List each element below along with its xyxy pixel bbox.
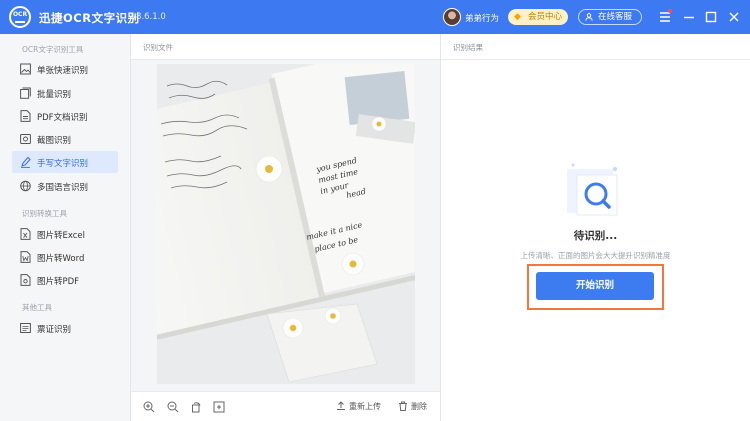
word-icon <box>20 251 31 263</box>
app-logo-icon: OCR <box>9 6 31 28</box>
sidebar-item-label: PDF文档识别 <box>37 113 88 123</box>
vip-center-button[interactable]: ◆ 会员中心 <box>508 9 568 25</box>
sidebar-item-batch[interactable]: 批量识别 <box>12 82 118 104</box>
image-toolbar: 重新上传 删除 <box>131 391 440 421</box>
avatar[interactable] <box>443 8 461 26</box>
document-search-illustration-icon <box>567 163 618 216</box>
image-icon <box>20 63 31 75</box>
maximize-button[interactable] <box>702 8 720 26</box>
user-icon <box>585 13 593 21</box>
online-service-button[interactable]: 在线客服 <box>578 9 642 25</box>
sidebar-item-label: 票证识别 <box>37 325 72 335</box>
app-version: v8.6.1.0 <box>131 12 166 22</box>
status-title: 待识别... <box>573 230 618 242</box>
group-title-convert-tools: 识别转换工具 <box>22 209 67 218</box>
zoom-in-icon[interactable] <box>143 401 155 413</box>
batch-icon <box>20 87 31 99</box>
delete-button[interactable]: 删除 <box>398 401 427 412</box>
sidebar-item-to-pdf[interactable]: 图片转PDF <box>12 269 118 291</box>
rotate-icon[interactable] <box>190 401 202 413</box>
sidebar-item-label: 手写文字识别 <box>37 159 89 169</box>
pdf-convert-icon <box>20 274 31 286</box>
daisy-flower <box>324 307 342 325</box>
minimize-button[interactable] <box>680 8 698 26</box>
group-title-other-tools: 其他工具 <box>22 303 52 312</box>
uploaded-image: you spend most time in your head make it… <box>157 64 415 384</box>
start-recognition-button[interactable]: 开始识别 <box>536 272 654 300</box>
sidebar-item-to-word[interactable]: 图片转Word <box>12 246 118 268</box>
title-bar: OCR 迅捷OCR文字识别 v8.6.1.0 弟弟行为 ◆ 会员中心 在线客服 <box>0 0 750 34</box>
screenshot-icon <box>20 134 31 144</box>
file-panel-header: 识别文件 <box>131 34 440 60</box>
fit-screen-icon[interactable] <box>213 401 225 413</box>
pen-icon <box>21 156 31 168</box>
daisy-flower <box>282 317 304 339</box>
result-panel-title: 识别结果 <box>453 43 483 52</box>
reupload-label: 重新上传 <box>349 402 381 411</box>
sidebar-item-single-quick[interactable]: 单张快速识别 <box>12 58 118 80</box>
ticket-icon <box>20 323 31 333</box>
sidebar-item-label: 图片转Word <box>37 254 85 264</box>
maximize-icon <box>705 11 717 23</box>
sidebar-item-label: 多国语言识别 <box>37 183 89 193</box>
reupload-button[interactable]: 重新上传 <box>336 401 381 412</box>
sidebar-item-pdf[interactable]: PDF文档识别 <box>12 105 118 127</box>
sidebar-item-label: 图片转PDF <box>37 277 80 287</box>
zoom-out-icon[interactable] <box>167 401 179 413</box>
sidebar-item-label: 截图识别 <box>37 136 72 146</box>
daisy-flower <box>255 155 283 183</box>
diamond-icon: ◆ <box>514 12 521 22</box>
globe-icon <box>20 180 31 192</box>
sidebar: OCR文字识别工具 单张快速识别 批量识别 PDF文档识别 截图识别 手写文字识… <box>0 34 131 421</box>
result-panel: 识别结果 待识别... 上传清晰、正面的图片会大大提升识别精准度 开始识别 <box>441 34 750 421</box>
sidebar-item-label: 批量识别 <box>37 90 72 100</box>
notification-dot <box>668 9 672 13</box>
sidebar-item-screenshot[interactable]: 截图识别 <box>12 128 118 150</box>
sidebar-item-handwriting[interactable]: 手写文字识别 <box>12 151 118 173</box>
sidebar-item-to-excel[interactable]: 图片转Excel <box>12 223 118 245</box>
sidebar-item-ticket[interactable]: 票证识别 <box>12 317 118 339</box>
delete-label: 删除 <box>411 402 427 411</box>
group-title-ocr-tools: OCR文字识别工具 <box>22 45 84 54</box>
menu-button[interactable] <box>656 8 674 26</box>
username[interactable]: 弟弟行为 <box>465 12 499 24</box>
close-button[interactable] <box>725 8 743 26</box>
status-hint: 上传清晰、正面的图片会大大提升识别精准度 <box>520 251 671 260</box>
sidebar-item-label: 单张快速识别 <box>37 66 89 76</box>
app-title: 迅捷OCR文字识别 <box>39 11 140 25</box>
online-service-label: 在线客服 <box>598 12 633 22</box>
excel-icon <box>20 228 31 240</box>
logo-text: OCR <box>12 11 28 18</box>
trash-icon <box>399 401 407 411</box>
notebook-photo: you spend most time in your head make it… <box>157 64 415 384</box>
file-panel-title: 识别文件 <box>143 43 173 52</box>
sidebar-item-multilang[interactable]: 多国语言识别 <box>12 175 118 197</box>
daisy-flower <box>371 116 387 132</box>
minimize-icon <box>684 16 694 19</box>
pdf-icon <box>20 110 31 122</box>
result-panel-header: 识别结果 <box>441 34 750 60</box>
vip-center-label: 会员中心 <box>528 12 563 22</box>
file-panel: 识别文件 you spend most time in your head ma… <box>131 34 441 421</box>
close-icon <box>729 12 739 22</box>
sidebar-item-label: 图片转Excel <box>37 231 86 241</box>
daisy-flower <box>341 252 365 276</box>
upload-icon <box>337 401 345 410</box>
